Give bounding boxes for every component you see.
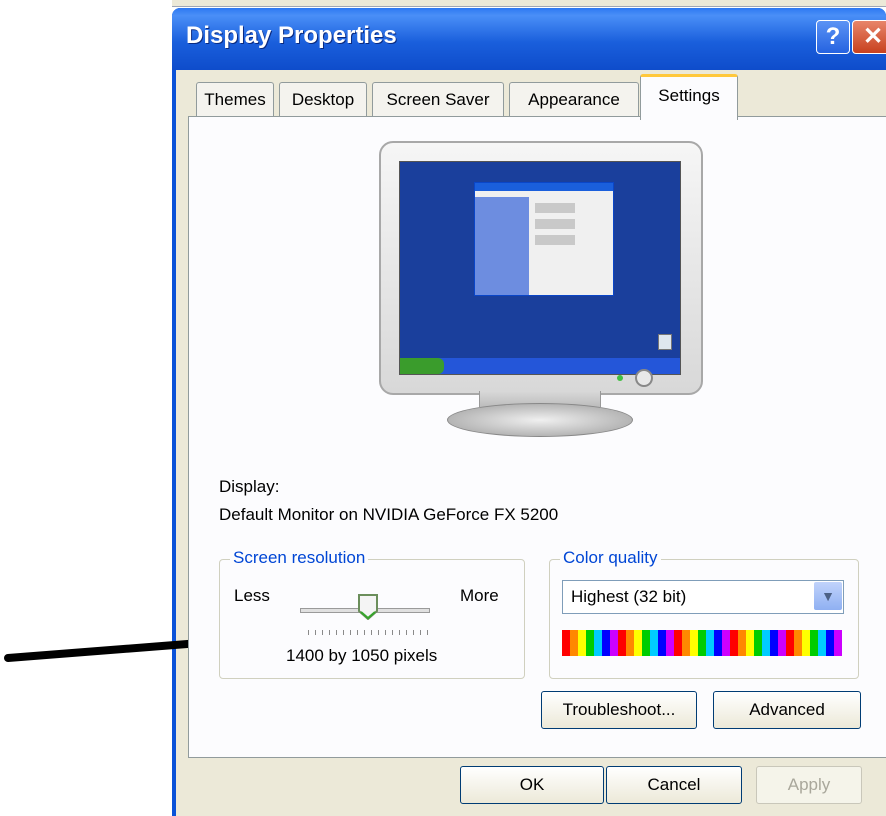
resolution-slider-thumb[interactable] xyxy=(358,594,378,620)
less-label: Less xyxy=(234,586,270,605)
advanced-button[interactable]: Advanced xyxy=(713,691,861,729)
ok-button[interactable]: OK xyxy=(460,766,604,804)
desktop-preview xyxy=(399,161,681,375)
color-quality-select[interactable]: Highest (32 bit) ▼ xyxy=(562,580,844,614)
more-label: More xyxy=(460,586,499,605)
color-quality-legend: Color quality xyxy=(560,548,661,568)
start-button-icon xyxy=(400,358,444,374)
monitor-preview xyxy=(379,141,703,451)
settings-panel: Display: Default Monitor on NVIDIA GeFor… xyxy=(188,116,886,758)
tab-settings[interactable]: Settings xyxy=(640,74,738,120)
help-button[interactable]: ? xyxy=(816,20,850,54)
power-button-icon xyxy=(635,369,653,387)
recycle-bin-icon xyxy=(658,334,672,350)
slider-ticks xyxy=(308,630,434,635)
title-bar[interactable]: Display Properties ? ✕ xyxy=(172,8,886,70)
tab-desktop[interactable]: Desktop xyxy=(279,82,367,117)
monitor-bezel xyxy=(379,141,703,395)
dialog-client: Themes Desktop Screen Saver Appearance S… xyxy=(176,70,886,816)
apply-button[interactable]: Apply xyxy=(756,766,862,804)
chevron-down-icon[interactable]: ▼ xyxy=(814,582,842,610)
preview-window xyxy=(474,182,614,296)
color-spectrum-bar xyxy=(562,630,842,656)
color-quality-value: Highest (32 bit) xyxy=(571,587,687,606)
display-properties-window: Display Properties ? ✕ Themes Desktop Sc… xyxy=(172,8,886,816)
display-label: Display: xyxy=(219,477,280,496)
close-button[interactable]: ✕ xyxy=(852,20,886,54)
screen-resolution-group: Screen resolution Less More 1400 by 1050… xyxy=(219,548,525,679)
monitor-stand xyxy=(447,403,633,437)
color-quality-group: Color quality Highest (32 bit) ▼ xyxy=(549,548,859,679)
power-led-icon xyxy=(617,375,623,381)
background-window-edge xyxy=(172,0,886,7)
screen-resolution-legend: Screen resolution xyxy=(230,548,369,568)
resolution-value: 1400 by 1050 pixels xyxy=(286,646,438,665)
tab-screen-saver[interactable]: Screen Saver xyxy=(372,82,504,117)
cancel-button[interactable]: Cancel xyxy=(606,766,742,804)
tab-themes[interactable]: Themes xyxy=(196,82,274,117)
window-title: Display Properties xyxy=(186,22,397,49)
display-device: Default Monitor on NVIDIA GeForce FX 520… xyxy=(219,505,559,524)
tab-appearance[interactable]: Appearance xyxy=(509,82,639,117)
troubleshoot-button[interactable]: Troubleshoot... xyxy=(541,691,697,729)
